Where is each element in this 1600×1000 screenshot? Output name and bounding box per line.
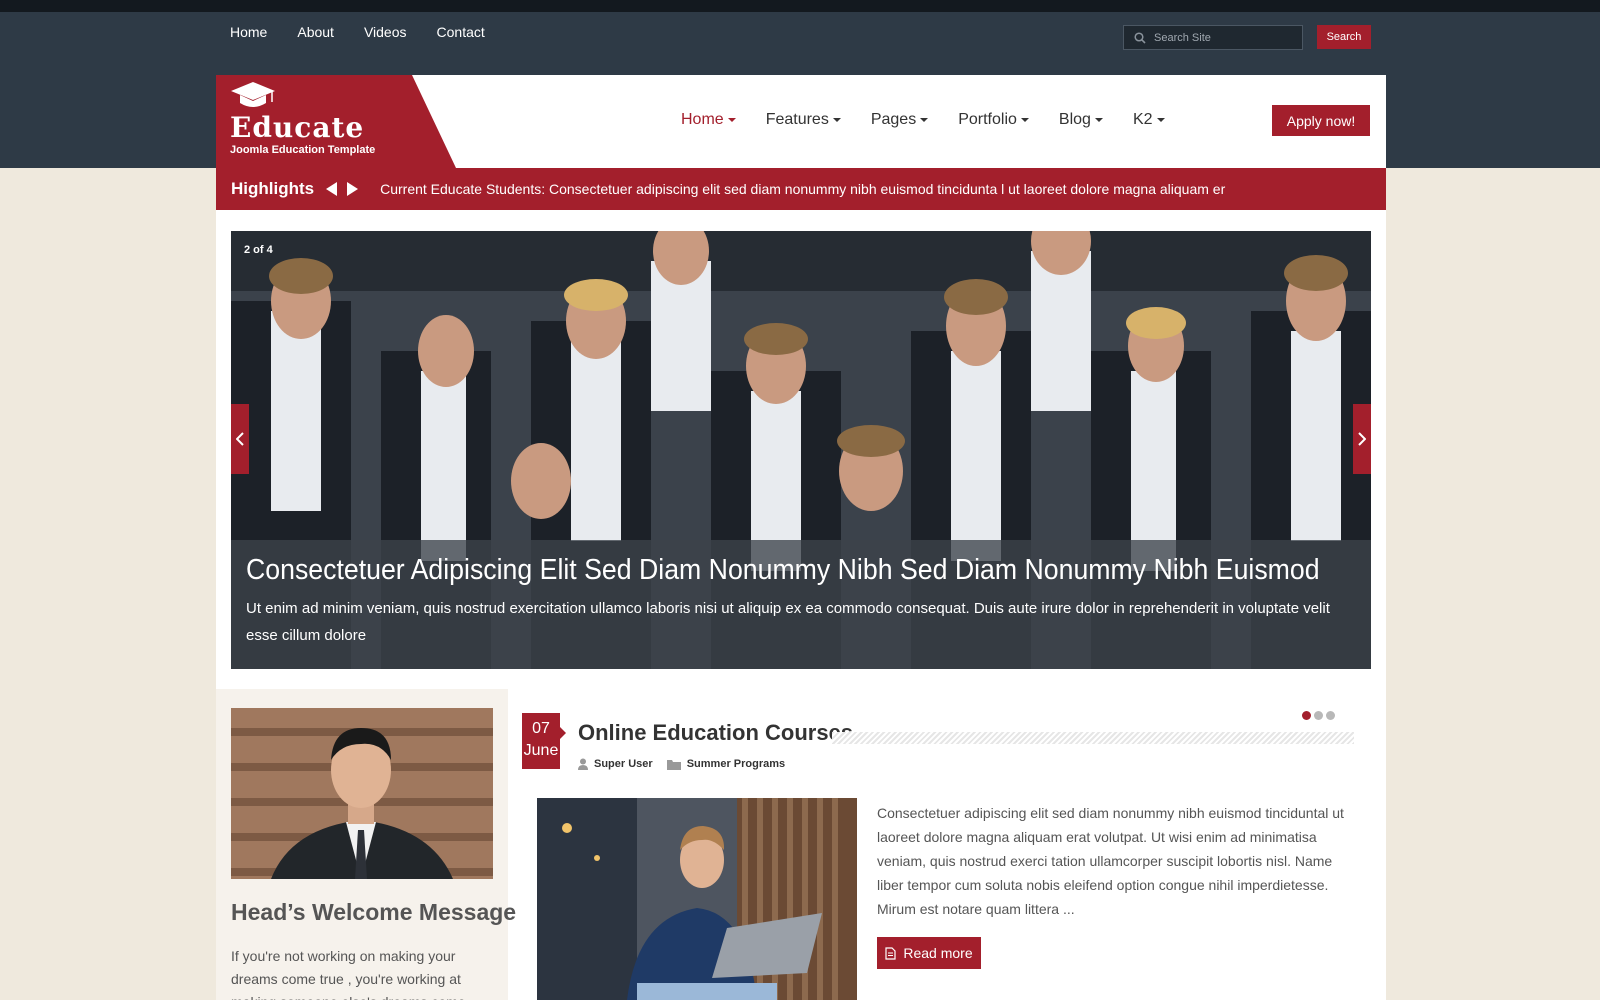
main-container: Educate Joomla Education Template Home F…: [216, 75, 1386, 1000]
article-photo[interactable]: [537, 798, 857, 1000]
folder-icon: [666, 759, 681, 770]
article-meta: Super User Summer Programs: [578, 758, 799, 770]
slide-text: Ut enim ad minim veniam, quis nostrud ex…: [246, 600, 1330, 644]
article-category[interactable]: Summer Programs: [687, 758, 785, 770]
sidebar-text: If you're not working on making your dre…: [231, 948, 466, 1000]
article-author[interactable]: Super User: [594, 758, 653, 770]
chevron-down-icon: [1094, 118, 1103, 122]
search-icon: [1134, 31, 1146, 44]
date-month: June: [523, 742, 559, 759]
logo-name: Educate: [230, 111, 365, 144]
main-nav-label: Pages: [870, 111, 917, 128]
carousel-dot[interactable]: [1314, 711, 1323, 720]
slide-caption: Consectetuer Adipiscing Elit Sed Diam No…: [231, 540, 1371, 669]
main-nav-label: Features: [765, 111, 829, 128]
user-icon: [578, 758, 588, 770]
article-card: 07 June Online Education Courses Super U…: [522, 689, 1372, 1000]
article-excerpt: Consectetuer adipiscing elit sed diam no…: [877, 805, 1344, 917]
highlights-ticker[interactable]: Current Educate Students: Consectetuer a…: [380, 181, 1225, 197]
main-nav-home[interactable]: Home: [681, 111, 736, 129]
main-nav-label: Blog: [1058, 111, 1091, 128]
top-nav-about[interactable]: About: [297, 24, 334, 40]
main-nav-k2[interactable]: K2: [1133, 111, 1165, 129]
chevron-down-icon: [727, 118, 736, 122]
date-day: 07: [532, 720, 550, 737]
article-title[interactable]: Online Education Courses: [578, 720, 853, 746]
chevron-down-icon: [832, 118, 841, 122]
top-nav-contact[interactable]: Contact: [437, 24, 485, 40]
highlights-arrows: [326, 182, 359, 196]
search-button[interactable]: Search: [1317, 25, 1371, 49]
sidebar-heading: Head’s Welcome Message: [231, 899, 517, 925]
arrow-left-icon[interactable]: [326, 182, 338, 196]
chevron-down-icon: [920, 118, 929, 122]
document-icon: [885, 946, 896, 960]
highlights-label: Highlights: [231, 179, 315, 198]
highlights-bar: Highlights Current Educate Students: Con…: [216, 168, 1386, 210]
search-input[interactable]: [1154, 31, 1284, 44]
main-nav-features[interactable]: Features: [766, 111, 841, 129]
carousel-dots: [1302, 711, 1335, 720]
carousel-dot[interactable]: [1326, 711, 1335, 720]
slide-counter: 2 of 4: [244, 244, 273, 256]
sidebar-welcome: Head’s Welcome Message If you're not wor…: [216, 689, 516, 1000]
chevron-left-icon: [236, 432, 244, 446]
main-nav-portfolio[interactable]: Portfolio: [958, 111, 1029, 129]
search-box: [1123, 25, 1303, 50]
main-nav-pages[interactable]: Pages: [870, 111, 929, 129]
read-more-button[interactable]: Read more: [877, 937, 981, 969]
top-nav-home[interactable]: Home: [230, 24, 267, 40]
main-nav-label: Portfolio: [958, 111, 1017, 128]
chevron-down-icon: [1020, 118, 1029, 122]
top-nav-videos[interactable]: Videos: [364, 24, 407, 40]
main-nav-blog[interactable]: Blog: [1059, 111, 1103, 129]
slide-next-button[interactable]: [1353, 404, 1371, 474]
chevron-right-icon: [1358, 432, 1366, 446]
carousel-dot[interactable]: [1302, 711, 1311, 720]
main-nav-label: K2: [1132, 111, 1153, 128]
slide-prev-button[interactable]: [231, 404, 249, 474]
top-strip: [0, 0, 1600, 12]
title-divider: [832, 732, 1354, 744]
apply-now-button[interactable]: Apply now!: [1272, 105, 1370, 136]
logo[interactable]: Educate Joomla Education Template: [216, 75, 456, 168]
read-more-label: Read more: [903, 945, 973, 961]
arrow-right-icon[interactable]: [346, 182, 359, 196]
date-badge: 07 June: [522, 713, 566, 769]
slide-title[interactable]: Consectetuer Adipiscing Elit Sed Diam No…: [246, 554, 1320, 587]
hero-slider[interactable]: 2 of 4 Consectetuer Adipiscing Elit Sed …: [231, 231, 1371, 669]
main-nav-label: Home: [681, 111, 724, 128]
top-nav: Home About Videos Contact: [230, 24, 485, 40]
graduation-cap-icon: [231, 82, 275, 107]
main-nav: Home Features Pages Portfolio Blog K2: [681, 111, 1165, 129]
head-portrait-photo: [231, 708, 493, 879]
logo-tagline: Joomla Education Template: [230, 144, 376, 156]
chevron-down-icon: [1156, 118, 1165, 122]
